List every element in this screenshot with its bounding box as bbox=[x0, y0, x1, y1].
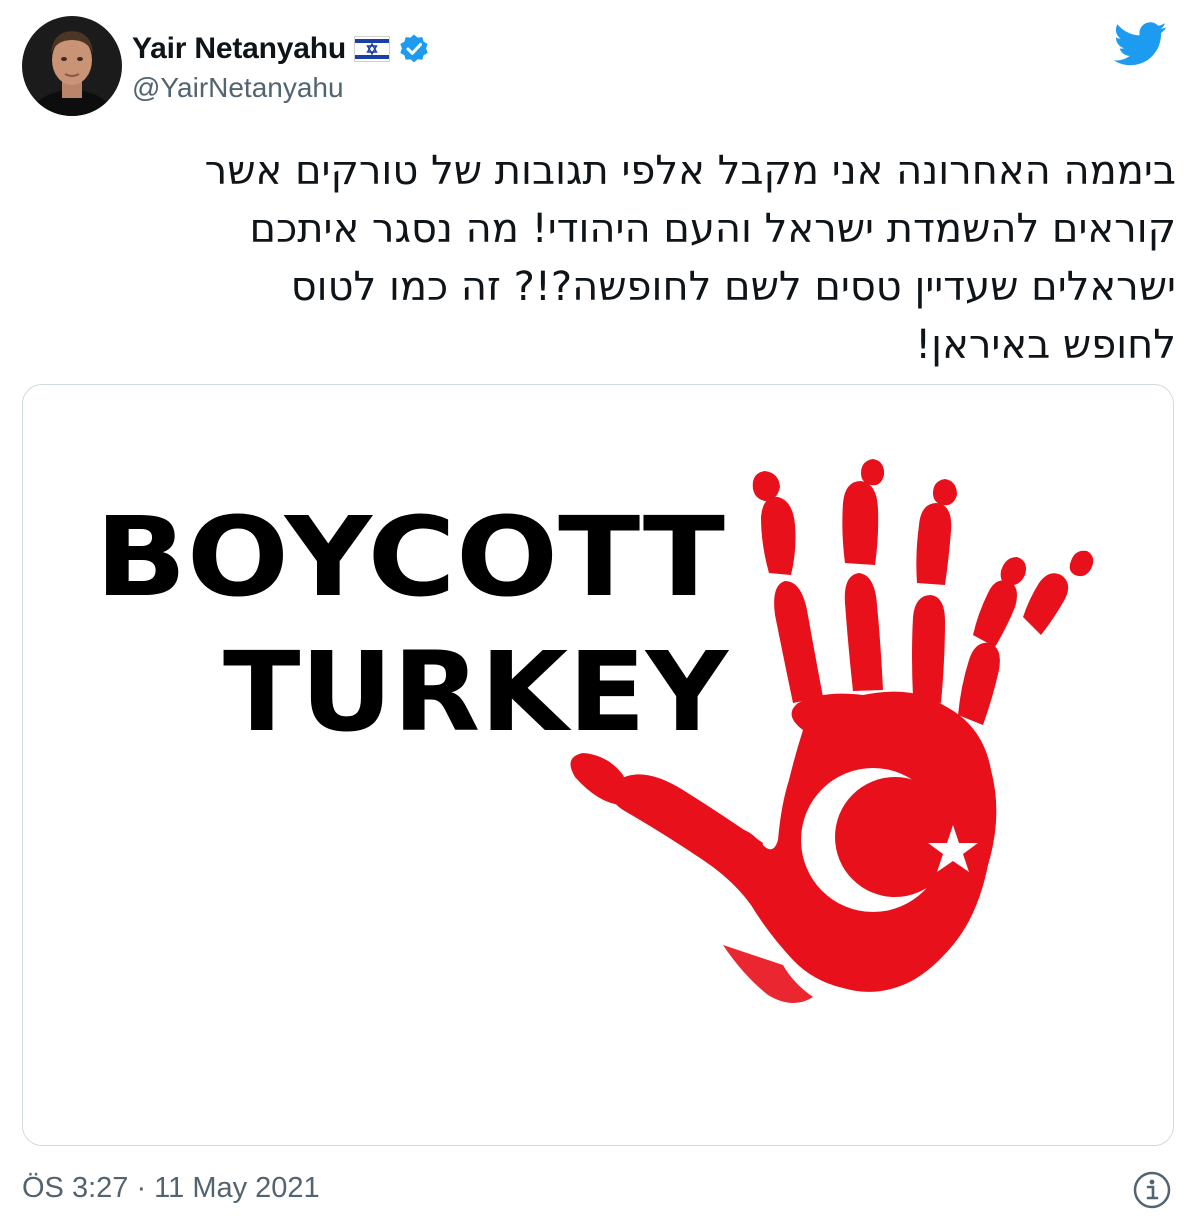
info-icon[interactable] bbox=[1132, 1170, 1172, 1210]
tweet-text-line: קוראים להשמדת ישראל והעם היהודי! מה נסגר… bbox=[249, 206, 1176, 252]
tweet-timestamp[interactable]: ÖS 3:27 · 11 May 2021 bbox=[22, 1172, 320, 1205]
tweet-header: Yair Netanyahu @YairNetanyahu bbox=[20, 14, 1180, 120]
tweet-text-line: ישראלים שעדיין טסים לשם לחופשה?!? זה כמו… bbox=[290, 264, 1176, 310]
boycott-text: BOYCOTT bbox=[95, 493, 725, 621]
israel-flag-icon bbox=[353, 36, 390, 62]
verified-badge-icon[interactable] bbox=[398, 33, 430, 65]
tweet-text: ביממה האחרונה אני מקבל אלפי תגובות של טו… bbox=[20, 142, 1176, 374]
tweet-footer: ÖS 3:27 · 11 May 2021 bbox=[22, 1170, 1178, 1210]
avatar[interactable] bbox=[22, 16, 122, 116]
turkey-text: TURKEY bbox=[223, 628, 729, 756]
twitter-bird-icon[interactable] bbox=[1113, 22, 1168, 66]
tweet-text-line: לחופש באיראן! bbox=[915, 322, 1176, 368]
author-display-name[interactable]: Yair Netanyahu bbox=[132, 32, 346, 66]
tweet-text-line: ביממה האחרונה אני מקבל אלפי תגובות של טו… bbox=[204, 148, 1176, 194]
tweet-media-image[interactable]: BOYCOTT TURKEY bbox=[22, 384, 1174, 1146]
author-name-row[interactable]: Yair Netanyahu bbox=[132, 30, 430, 68]
author-handle[interactable]: @YairNetanyahu bbox=[132, 72, 344, 104]
